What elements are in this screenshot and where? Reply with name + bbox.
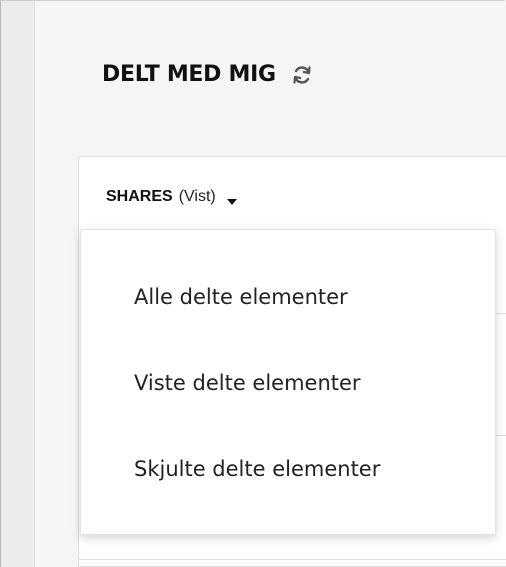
menu-item-hidden-shares[interactable]: Skjulte delte elementer — [134, 457, 380, 481]
filter-label: SHARES — [106, 188, 173, 205]
refresh-icon[interactable] — [290, 63, 314, 87]
caret-down-icon — [226, 193, 238, 205]
divider — [79, 559, 506, 560]
left-rail — [1, 1, 35, 567]
shares-filter-toggle[interactable]: SHARES (Vist) — [106, 188, 238, 206]
shares-dropdown-menu: Alle delte elementer Viste delte element… — [80, 229, 496, 535]
filter-state: (Vist) — [178, 188, 216, 205]
page-title: DELT MED MIG — [102, 62, 276, 87]
menu-item-all-shares[interactable]: Alle delte elementer — [134, 285, 348, 309]
menu-item-shown-shares[interactable]: Viste delte elementer — [134, 371, 361, 395]
page-header: DELT MED MIG — [102, 62, 314, 87]
